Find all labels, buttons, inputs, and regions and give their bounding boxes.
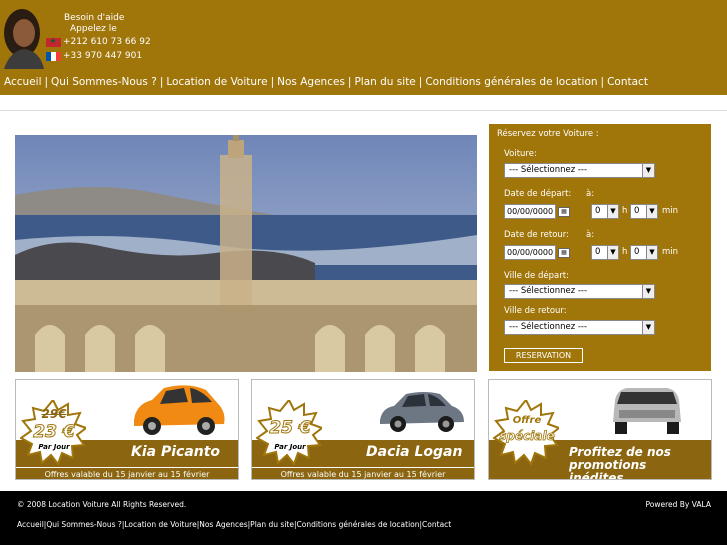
phone-morocco-number: +212 610 73 66 92: [63, 37, 151, 47]
car-select[interactable]: --- Sélectionnez --- ▼: [504, 163, 655, 178]
promo-kia-picanto[interactable]: 29€ 23 € Par Jour Kia Picanto Offres val…: [15, 379, 239, 480]
promo-price: 23 €: [33, 422, 75, 443]
depart-min-select[interactable]: 0 ▼: [630, 204, 658, 219]
nav-qui-sommes-nous[interactable]: Qui Sommes-Nous ?: [51, 76, 157, 88]
depart-date-label: Date de départ:: [504, 189, 572, 199]
nav-separator: |: [418, 76, 423, 88]
footer-nav-conditions[interactable]: Conditions générales de location: [297, 520, 420, 529]
nav-plan-du-site[interactable]: Plan du site: [354, 76, 415, 88]
depart-hour-select[interactable]: 0 ▼: [591, 204, 619, 219]
return-city-label: Ville de retour:: [504, 306, 567, 316]
footer-nav-qui-sommes-nous[interactable]: Qui Sommes-Nous ?: [46, 520, 122, 529]
nav-separator: |: [600, 76, 605, 88]
footer-nav-nos-agences[interactable]: Nos Agences: [199, 520, 247, 529]
promo-special-offer[interactable]: Offre spéciale Profitez de nos promotion…: [488, 379, 712, 480]
calendar-icon[interactable]: ▦: [558, 248, 570, 258]
promo-dacia-logan[interactable]: 25 € Par Jour Dacia Logan Offres valable…: [251, 379, 475, 480]
nav-separator: |: [347, 76, 352, 88]
chevron-down-icon: ▼: [607, 205, 618, 218]
nav-conditions[interactable]: Conditions générales de location: [425, 76, 597, 88]
min-unit-label: min: [662, 247, 679, 257]
min-unit-label: min: [662, 206, 679, 216]
powered-by: Powered By VALA: [645, 500, 711, 509]
depart-min-value: 0: [634, 206, 640, 216]
help-text: Besoin d'aide Appelez le: [64, 13, 144, 35]
morocco-flag-icon: [46, 37, 61, 47]
nav-accueil[interactable]: Accueil: [4, 76, 42, 88]
offer-label-2: spéciale: [499, 429, 555, 444]
site-header: Besoin d'aide Appelez le +212 610 73 66 …: [0, 0, 727, 95]
depart-city-value: --- Sélectionnez ---: [509, 286, 588, 296]
support-agent-avatar: [0, 3, 46, 69]
hour-unit-label: h: [622, 206, 628, 216]
chevron-down-icon: ▼: [607, 246, 618, 259]
chevron-down-icon: ▼: [642, 164, 654, 177]
nav-separator: |: [44, 76, 49, 88]
chevron-down-icon: ▼: [642, 321, 654, 334]
main-nav: Accueil | Qui Sommes-Nous ? | Location de …: [4, 76, 648, 88]
price-unit: Par Jour: [38, 443, 70, 451]
site-footer: © 2008 Location Voiture All Rights Reser…: [0, 491, 727, 545]
hour-unit-label: h: [622, 247, 628, 257]
phone-morocco: +212 610 73 66 92: [46, 37, 151, 47]
booking-title: Réservez votre Voiture :: [497, 129, 599, 139]
price-unit: Par Jour: [274, 443, 306, 451]
depart-city-select[interactable]: --- Sélectionnez --- ▼: [504, 284, 655, 299]
promo-price: 25 €: [269, 418, 311, 439]
promo-note: Offres valable du 15 janvier au 15 févri…: [16, 467, 238, 479]
booking-panel: Réservez votre Voiture : Voiture: --- Sé…: [489, 124, 711, 371]
dacia-logan-car-image: [380, 392, 464, 432]
offer-label-1: Offre: [512, 415, 542, 426]
return-min-select[interactable]: 0 ▼: [630, 245, 658, 260]
return-min-value: 0: [634, 247, 640, 257]
car-select-value: --- Sélectionnez ---: [509, 165, 588, 175]
car-name: Kia Picanto: [131, 444, 221, 460]
promo-note: Offres valable du 15 janvier au 15 févri…: [252, 467, 474, 479]
return-city-value: --- Sélectionnez ---: [509, 322, 588, 332]
nav-separator: |: [159, 76, 164, 88]
footer-nav-accueil[interactable]: Accueil: [17, 520, 44, 529]
old-price: 29€: [41, 407, 67, 421]
chevron-down-icon: ▼: [646, 205, 657, 218]
footer-nav-contact[interactable]: Contact: [422, 520, 451, 529]
return-date-label: Date de retour:: [504, 230, 570, 240]
reservation-button[interactable]: RESERVATION: [504, 348, 583, 363]
chevron-down-icon: ▼: [646, 246, 657, 259]
footer-nav: Accueil | Qui Sommes-Nous ? | Location de …: [17, 520, 451, 529]
return-hour-select[interactable]: 0 ▼: [591, 245, 619, 260]
chevron-down-icon: ▼: [642, 285, 654, 298]
return-city-select[interactable]: --- Sélectionnez --- ▼: [504, 320, 655, 335]
return-hour-value: 0: [595, 247, 601, 257]
car-label: Voiture:: [504, 149, 537, 159]
nav-contact[interactable]: Contact: [607, 76, 648, 88]
copyright: © 2008 Location Voiture All Rights Reser…: [17, 500, 187, 509]
phone-france-number: +33 970 447 901: [63, 51, 143, 61]
france-flag-icon: [46, 51, 61, 61]
promo-headline-2: promotions inédites...: [569, 458, 647, 480]
depart-at-label: à:: [586, 189, 595, 199]
nav-nos-agences[interactable]: Nos Agences: [277, 76, 345, 88]
depart-hour-value: 0: [595, 206, 601, 216]
calendar-icon[interactable]: ▦: [558, 207, 570, 217]
footer-nav-plan-du-site[interactable]: Plan du site: [250, 520, 294, 529]
hero-image: [15, 135, 477, 372]
depart-city-label: Ville de départ:: [504, 271, 569, 281]
return-at-label: à:: [586, 230, 595, 240]
main-content: Réservez votre Voiture : Voiture: --- Sé…: [0, 110, 727, 490]
suv-car-image: [613, 388, 681, 434]
kia-picanto-car-image: [134, 385, 225, 435]
footer-nav-location-voiture[interactable]: Location de Voiture: [124, 520, 196, 529]
car-name: Dacia Logan: [366, 444, 463, 460]
phone-france: +33 970 447 901: [46, 51, 142, 61]
depart-date-input[interactable]: 00/00/0000: [504, 204, 556, 219]
help-line2: Appelez le: [70, 24, 117, 34]
help-line1: Besoin d'aide: [64, 13, 125, 23]
nav-separator: |: [270, 76, 275, 88]
return-date-input[interactable]: 00/00/0000: [504, 245, 556, 260]
nav-location-voiture[interactable]: Location de Voiture: [166, 76, 267, 88]
